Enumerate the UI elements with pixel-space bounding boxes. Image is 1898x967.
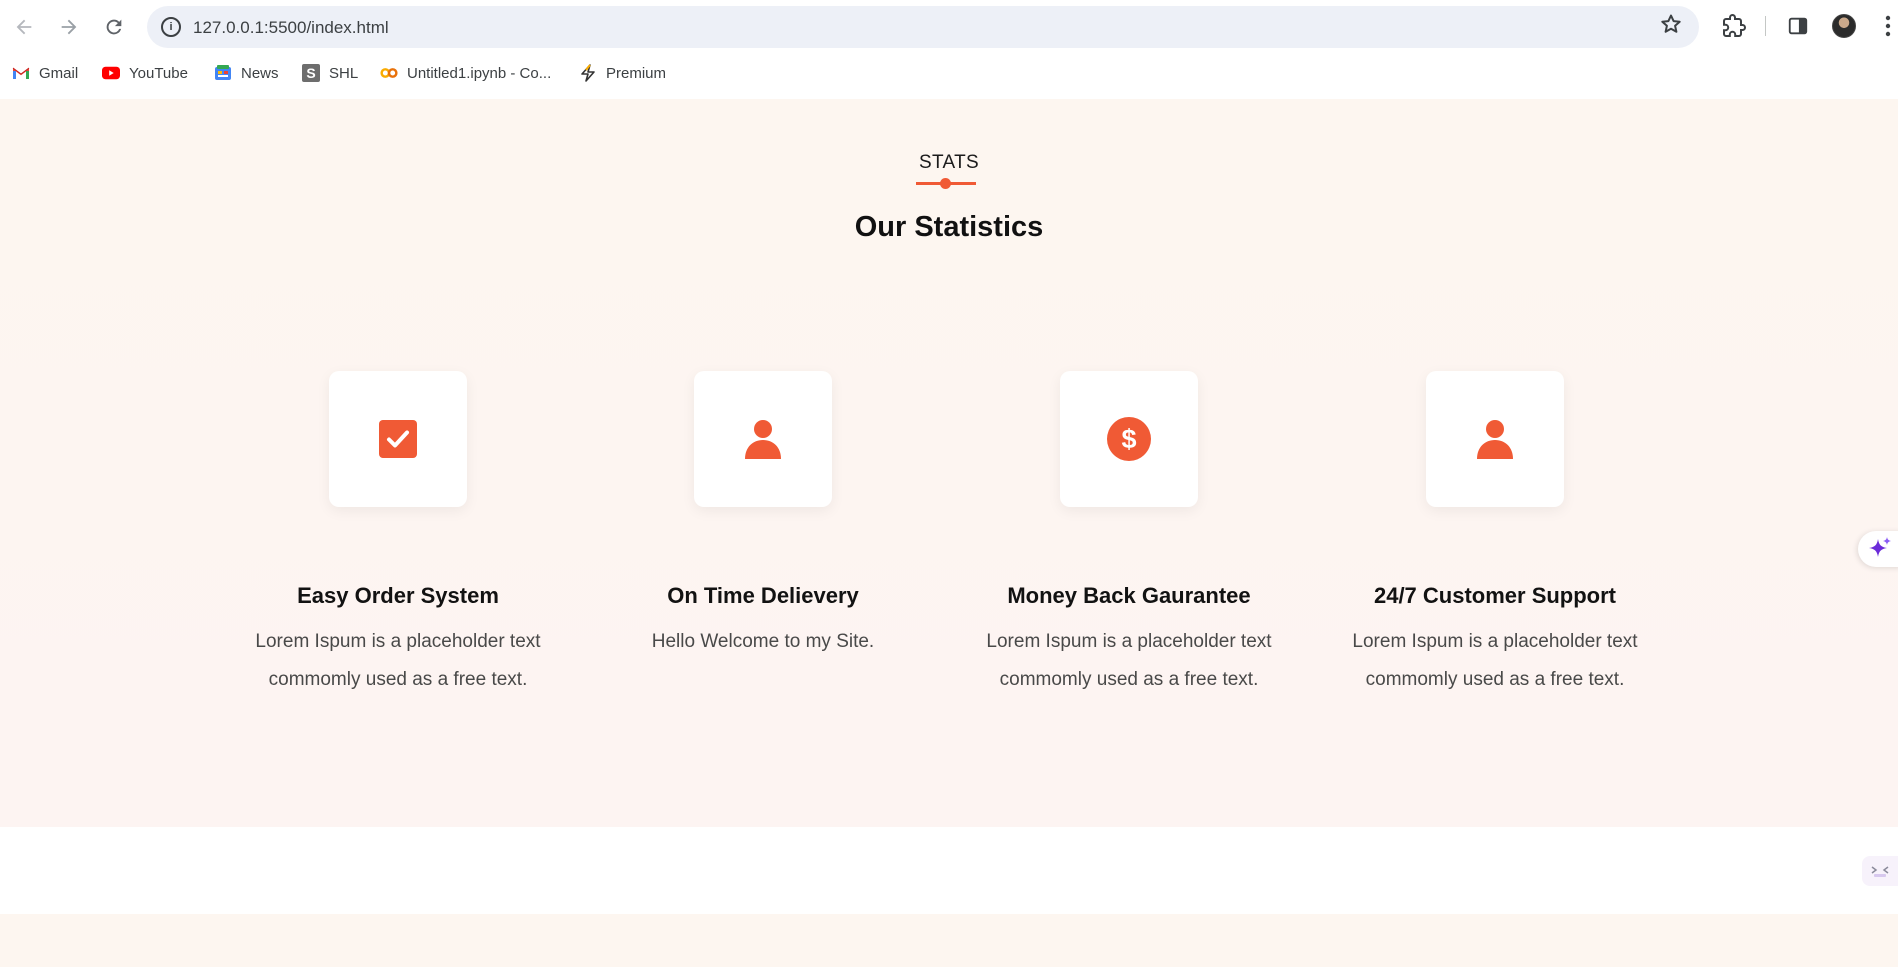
side-panel-icon (1788, 17, 1808, 35)
browser-menu-button[interactable] (1872, 10, 1898, 42)
bookmark-news[interactable]: News (214, 62, 279, 84)
svg-text:$: $ (1121, 424, 1136, 454)
section-eyebrow: STATS (919, 152, 979, 173)
sparkle-icon (1869, 537, 1891, 557)
stat-card-icon-box: $ (1060, 371, 1198, 507)
bookmark-label: SHL (329, 64, 359, 82)
colab-icon (380, 65, 398, 81)
reload-button[interactable] (99, 12, 129, 42)
shl-icon: S (302, 64, 320, 82)
site-info-icon[interactable]: i (161, 17, 181, 37)
bookmarks-bar: Gmail YouTube News S SHL Untitled1.ipynb… (0, 58, 1898, 88)
gmail-icon (12, 65, 30, 81)
reload-icon (106, 19, 122, 35)
bookmark-label: News (241, 64, 279, 82)
stat-card-desc: Lorem Ispum is a placeholder text commom… (1352, 631, 1638, 690)
user-icon (745, 420, 781, 459)
arrow-left-icon (16, 19, 32, 35)
eyebrow-dot (940, 178, 951, 189)
bookmark-label: Premium (606, 64, 667, 82)
page-viewport: STATS Our Statistics Easy Order System L… (0, 99, 1898, 967)
collapse-icon (1871, 866, 1889, 877)
bookmark-label: Gmail (39, 64, 79, 82)
forward-button[interactable] (54, 12, 84, 42)
more-vert-icon (1885, 15, 1891, 37)
svg-text:S: S (306, 65, 315, 81)
side-panel-button[interactable] (1782, 10, 1814, 42)
stat-card-desc: Lorem Ispum is a placeholder text commom… (986, 631, 1272, 690)
profile-avatar[interactable] (1828, 10, 1860, 42)
check-square-icon (379, 420, 417, 458)
bookmark-shl[interactable]: S SHL (302, 62, 358, 84)
section-title: Our Statistics (854, 211, 1044, 243)
browser-toolbar: i 127.0.0.1:5500/index.html (0, 0, 1898, 54)
stat-card-icon-box (329, 371, 467, 507)
stat-card-icon-box (694, 371, 832, 507)
youtube-icon (102, 65, 120, 81)
stats-section: STATS Our Statistics Easy Order System L… (0, 99, 1898, 827)
back-button[interactable] (9, 12, 39, 42)
stat-card-title: Easy Order System (297, 583, 499, 608)
url-text[interactable]: 127.0.0.1:5500/index.html (193, 18, 389, 38)
stat-card-desc: Hello Welcome to my Site. (651, 631, 875, 652)
arrow-right-icon (61, 19, 77, 35)
ai-assistant-button[interactable] (1858, 531, 1898, 567)
bookmark-label: Untitled1.ipynb - Co... (407, 64, 552, 82)
bookmark-star-icon[interactable] (1659, 12, 1683, 43)
dollar-circle-icon: $ (1107, 417, 1151, 461)
stat-card-icon-box (1426, 371, 1564, 507)
bookmark-youtube[interactable]: YouTube (102, 62, 188, 84)
stat-card-title: On Time Delievery (667, 583, 859, 608)
toolbar-divider (1765, 16, 1766, 36)
bookmark-colab[interactable]: Untitled1.ipynb - Co... (380, 62, 551, 84)
bookmark-label: YouTube (129, 64, 188, 82)
bookmark-gmail[interactable]: Gmail (12, 62, 78, 84)
premium-icon (579, 64, 597, 82)
extensions-button[interactable] (1718, 10, 1750, 42)
next-section-band (0, 914, 1898, 967)
puzzle-icon (1723, 14, 1746, 37)
stat-card-desc: Lorem Ispum is a placeholder text commom… (255, 631, 541, 690)
user-icon (1477, 420, 1513, 459)
bookmark-premium[interactable]: Premium (579, 62, 666, 84)
news-icon (214, 65, 232, 81)
address-bar[interactable]: i 127.0.0.1:5500/index.html (147, 6, 1699, 48)
collapse-panel-button[interactable] (1862, 856, 1898, 886)
avatar (1832, 14, 1856, 38)
stat-card-title: Money Back Gaurantee (1007, 583, 1251, 608)
stat-card-title: 24/7 Customer Support (1373, 583, 1617, 608)
